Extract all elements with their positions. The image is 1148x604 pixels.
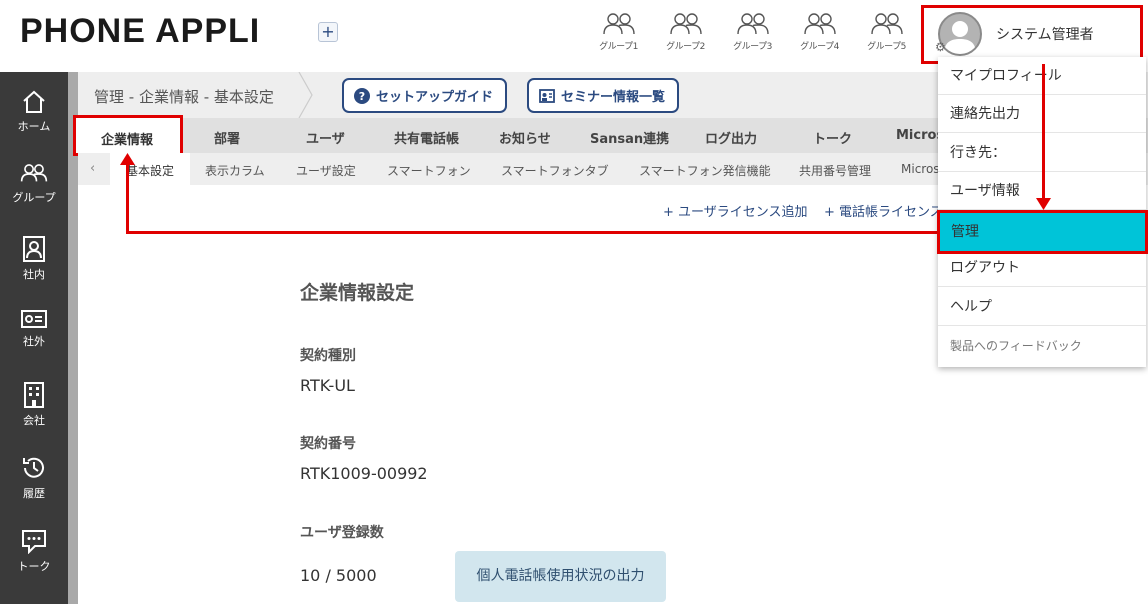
user-count-value: 10 / 5000 xyxy=(300,566,377,585)
nav-label: 社外 xyxy=(23,335,45,348)
nav-label: トーク xyxy=(17,560,51,573)
contact-book-icon xyxy=(23,236,45,262)
section-title: 企業情報設定 xyxy=(300,282,415,304)
group-shortcut-1[interactable]: グループ1 xyxy=(585,12,652,52)
tab-microsoft[interactable]: Micros xyxy=(896,128,944,143)
left-nav: ホーム グループ 社内 社外 会社 履歴 トーク xyxy=(0,72,68,604)
group-label: グループ1 xyxy=(599,42,638,52)
menu-logout[interactable]: ログアウト xyxy=(938,249,1146,287)
building-icon xyxy=(24,382,44,408)
id-card-icon xyxy=(21,310,47,328)
nav-history[interactable]: 履歴 xyxy=(0,437,68,510)
subtab-display-column[interactable]: 表示カラム xyxy=(205,162,265,179)
subtab-smartphone-call[interactable]: スマートフォン発信機能 xyxy=(639,162,771,179)
presentation-icon xyxy=(539,88,555,103)
tab-shared-phonebook[interactable]: 共有電話帳 xyxy=(394,128,459,147)
group-shortcut-5[interactable]: グループ5 xyxy=(853,12,920,52)
app-logo: PHONE APPLI xyxy=(20,12,261,50)
tab-news[interactable]: お知らせ xyxy=(499,128,551,147)
nav-external[interactable]: 社外 xyxy=(0,291,68,364)
tab-department[interactable]: 部署 xyxy=(214,128,240,147)
annotation-arrowhead-icon xyxy=(120,153,135,165)
group-icon xyxy=(870,13,903,35)
group-icon xyxy=(803,13,836,35)
menu-admin[interactable]: 管理 xyxy=(937,210,1148,254)
subtab-smartphone-tab[interactable]: スマートフォンタブ xyxy=(501,162,609,179)
annotation-line xyxy=(126,231,938,234)
menu-help[interactable]: ヘルプ xyxy=(938,288,1146,326)
nav-label: 社内 xyxy=(23,268,45,281)
setup-guide-label: セットアップガイド xyxy=(376,90,494,105)
annotation-line xyxy=(1042,64,1045,202)
contract-number-label: 契約番号 xyxy=(300,436,356,452)
group-shortcut-2[interactable]: グループ2 xyxy=(652,12,719,52)
group-label: グループ3 xyxy=(733,42,772,52)
group-icon xyxy=(20,164,48,182)
gear-icon: ⚙ xyxy=(935,40,946,54)
tab-log-export[interactable]: ログ出力 xyxy=(705,128,757,147)
group-icon xyxy=(736,13,769,35)
home-icon xyxy=(23,90,45,113)
help-icon: ? xyxy=(354,87,370,104)
tab-sansan[interactable]: Sansan連携 xyxy=(590,128,669,147)
tab-company-info[interactable]: 企業情報 xyxy=(73,115,183,156)
annotation-arrowhead-icon xyxy=(1036,198,1051,210)
group-label: グループ4 xyxy=(800,42,839,52)
annotation-line xyxy=(126,160,129,234)
tab-talk[interactable]: トーク xyxy=(813,128,852,147)
nav-home[interactable]: ホーム xyxy=(0,72,68,145)
group-shortcut-4[interactable]: グループ4 xyxy=(786,12,853,52)
tab-user[interactable]: ユーザ xyxy=(306,128,345,147)
add-phonebook-license-link[interactable]: + 電話帳ライセンス xyxy=(824,201,943,220)
nav-label: ホーム xyxy=(17,120,51,133)
chevron-left-icon[interactable]: ‹ xyxy=(90,161,95,176)
setup-guide-button[interactable]: ? セットアップガイド xyxy=(342,78,508,113)
group-shortcuts: グループ1 グループ2 グループ3 グループ4 グループ5 xyxy=(585,12,920,52)
group-label: グループ2 xyxy=(666,42,705,52)
nav-label: 会社 xyxy=(23,414,45,427)
group-label: グループ5 xyxy=(867,42,906,52)
nav-company[interactable]: 会社 xyxy=(0,364,68,437)
subtab-user-settings[interactable]: ユーザ設定 xyxy=(296,162,356,179)
group-icon xyxy=(602,13,635,35)
seminar-label: セミナー情報一覧 xyxy=(561,90,666,105)
nav-talk[interactable]: トーク xyxy=(0,510,68,583)
chat-icon xyxy=(22,530,46,554)
svg-text:?: ? xyxy=(359,90,365,103)
history-icon xyxy=(23,457,44,478)
user-count-label: ユーザ登録数 xyxy=(300,525,384,541)
subtab-smartphone[interactable]: スマートフォン xyxy=(387,162,471,179)
contract-type-label: 契約種別 xyxy=(300,348,356,364)
group-shortcut-3[interactable]: グループ3 xyxy=(719,12,786,52)
menu-feedback[interactable]: 製品へのフィードバック xyxy=(938,327,1146,365)
subtab-shared-number[interactable]: 共用番号管理 xyxy=(799,162,871,179)
export-phonebook-usage-button[interactable]: 個人電話帳使用状況の出力 xyxy=(455,551,666,602)
nav-internal[interactable]: 社内 xyxy=(0,218,68,291)
nav-group[interactable]: グループ xyxy=(0,145,68,218)
user-name: システム管理者 xyxy=(996,27,1094,43)
contract-number-value: RTK1009-00992 xyxy=(300,464,428,483)
breadcrumb-arrow-icon xyxy=(298,72,313,118)
subtab-microsoft[interactable]: Micros xyxy=(901,162,940,176)
breadcrumb: 管理 - 企業情報 - 基本設定 xyxy=(94,88,274,106)
contract-type-value: RTK-UL xyxy=(300,376,355,395)
add-button[interactable]: + xyxy=(318,22,338,42)
group-icon xyxy=(669,13,702,35)
nav-label: 履歴 xyxy=(23,487,45,500)
user-menu-trigger[interactable]: ⚙ システム管理者 xyxy=(921,5,1143,64)
tab-label: 企業情報 xyxy=(101,133,154,148)
seminar-button[interactable]: セミナー情報一覧 xyxy=(527,78,680,113)
add-user-license-link[interactable]: + ユーザライセンス追加 xyxy=(663,201,808,220)
nav-label: グループ xyxy=(12,191,56,204)
